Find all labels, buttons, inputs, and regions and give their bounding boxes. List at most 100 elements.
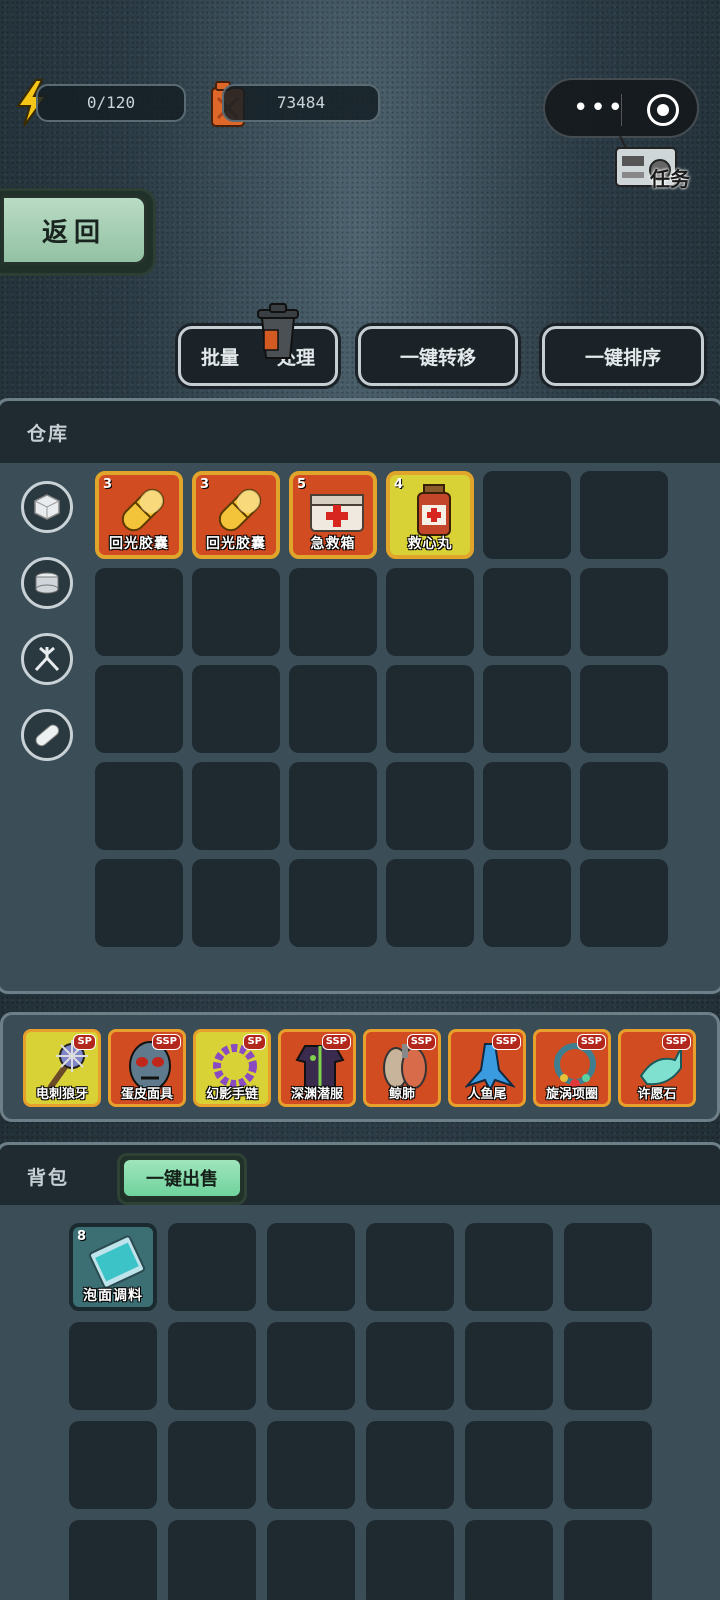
- rarity-badge: SSP: [321, 1034, 351, 1050]
- batch-label-1: 批量: [200, 346, 239, 369]
- warehouse-empty-slot[interactable]: [580, 568, 668, 656]
- item-count: 3: [200, 477, 210, 492]
- equipment-name: 电刺狼牙: [35, 1087, 88, 1102]
- warehouse-empty-slot[interactable]: [483, 568, 571, 656]
- rarity-badge: SSP: [406, 1034, 436, 1050]
- backpack-empty-slot[interactable]: [168, 1520, 256, 1600]
- equipment-item[interactable]: SSP 深渊潜服: [278, 1029, 356, 1107]
- rarity-badge: SSP: [151, 1034, 181, 1050]
- backpack-title: 背包: [27, 1167, 70, 1189]
- equipment-item[interactable]: SSP 许愿石: [618, 1029, 696, 1107]
- warehouse-item[interactable]: 3 回光胶囊: [95, 471, 183, 559]
- rarity-badge: SP: [73, 1034, 96, 1050]
- warehouse-empty-slot[interactable]: [95, 568, 183, 656]
- backpack-empty-slot[interactable]: [267, 1322, 355, 1410]
- warehouse-empty-slot[interactable]: [580, 471, 668, 559]
- backpack-empty-slot[interactable]: [564, 1223, 652, 1311]
- more-menu-icon[interactable]: •••: [573, 95, 625, 121]
- backpack-empty-slot[interactable]: [564, 1322, 652, 1410]
- item-name: 泡面调料: [83, 1288, 143, 1304]
- backpack-empty-slot[interactable]: [69, 1520, 157, 1600]
- energy-counter: 0/120: [36, 84, 186, 122]
- task-label[interactable]: 任务: [650, 163, 690, 192]
- equipment-item[interactable]: SSP 鲸肺: [363, 1029, 441, 1107]
- item-name: 回光胶囊: [206, 536, 266, 552]
- warehouse-empty-slot[interactable]: [483, 762, 571, 850]
- item-count: 8: [77, 1229, 87, 1244]
- warehouse-empty-slot[interactable]: [95, 859, 183, 947]
- equipment-name: 蛋皮面具: [120, 1087, 173, 1102]
- item-name: 回光胶囊: [109, 536, 169, 552]
- backpack-empty-slot[interactable]: [168, 1223, 256, 1311]
- backpack-empty-slot[interactable]: [267, 1520, 355, 1600]
- rarity-badge: SSP: [661, 1034, 691, 1050]
- backpack-empty-slot[interactable]: [564, 1421, 652, 1509]
- warehouse-item[interactable]: 4 救心丸: [386, 471, 474, 559]
- trash-bin-icon: [257, 303, 299, 359]
- warehouse-empty-slot[interactable]: [289, 762, 377, 850]
- backpack-empty-slot[interactable]: [366, 1520, 454, 1600]
- warehouse-item[interactable]: 3 回光胶囊: [192, 471, 280, 559]
- warehouse-empty-slot[interactable]: [580, 665, 668, 753]
- backpack-empty-slot[interactable]: [366, 1223, 454, 1311]
- warehouse-empty-slot[interactable]: [289, 568, 377, 656]
- warehouse-empty-slot[interactable]: [483, 471, 571, 559]
- backpack-empty-slot[interactable]: [366, 1421, 454, 1509]
- one-click-sort-button[interactable]: 一键排序: [542, 326, 704, 386]
- warehouse-item[interactable]: 5 急救箱: [289, 471, 377, 559]
- backpack-empty-slot[interactable]: [69, 1421, 157, 1509]
- warehouse-empty-slot[interactable]: [95, 762, 183, 850]
- warehouse-empty-slot[interactable]: [386, 762, 474, 850]
- backpack-empty-slot[interactable]: [564, 1520, 652, 1600]
- backpack-empty-slot[interactable]: [69, 1322, 157, 1410]
- warehouse-empty-slot[interactable]: [580, 859, 668, 947]
- equipment-item[interactable]: SSP 人鱼尾: [448, 1029, 526, 1107]
- backpack-empty-slot[interactable]: [267, 1421, 355, 1509]
- warehouse-empty-slot[interactable]: [386, 568, 474, 656]
- backpack-empty-slot[interactable]: [465, 1322, 553, 1410]
- backpack-item[interactable]: 8 泡面调料: [69, 1223, 157, 1311]
- sell-label: 一键出售: [122, 1158, 242, 1198]
- item-name: 救心丸: [407, 536, 453, 552]
- warehouse-empty-slot[interactable]: [192, 859, 280, 947]
- rarity-badge: SSP: [576, 1034, 606, 1050]
- warehouse-panel: 仓库 3 回光胶囊 3 回光胶囊 5 急救箱 4 救心丸: [0, 398, 720, 994]
- warehouse-empty-slot[interactable]: [386, 859, 474, 947]
- category-trap-icon[interactable]: [21, 633, 73, 685]
- equipment-name: 深渊潜服: [290, 1087, 343, 1102]
- back-button[interactable]: 返回: [0, 188, 156, 276]
- item-count: 4: [394, 477, 404, 492]
- category-box-icon[interactable]: [21, 481, 73, 533]
- equipment-item[interactable]: SSP 旋涡项圈: [533, 1029, 611, 1107]
- one-click-sell-button[interactable]: 一键出售: [117, 1153, 247, 1205]
- backpack-empty-slot[interactable]: [267, 1223, 355, 1311]
- equipment-item[interactable]: SSP 蛋皮面具: [108, 1029, 186, 1107]
- category-pill-icon[interactable]: [21, 709, 73, 761]
- warehouse-empty-slot[interactable]: [192, 665, 280, 753]
- equipment-item[interactable]: SP 电刺狼牙: [23, 1029, 101, 1107]
- backpack-empty-slot[interactable]: [465, 1421, 553, 1509]
- rarity-badge: SP: [243, 1034, 266, 1050]
- backpack-empty-slot[interactable]: [465, 1223, 553, 1311]
- close-target-icon[interactable]: [647, 94, 679, 126]
- warehouse-empty-slot[interactable]: [289, 859, 377, 947]
- item-name: 急救箱: [310, 536, 356, 552]
- category-can-icon[interactable]: [21, 557, 73, 609]
- warehouse-empty-slot[interactable]: [289, 665, 377, 753]
- warehouse-empty-slot[interactable]: [95, 665, 183, 753]
- rarity-badge: SSP: [491, 1034, 521, 1050]
- backpack-empty-slot[interactable]: [366, 1322, 454, 1410]
- equipment-item[interactable]: SP 幻影手链: [193, 1029, 271, 1107]
- equipment-strip: SP 电刺狼牙 SSP 蛋皮面具 SP 幻影手链 SSP 深渊潜服 SSP 鲸肺 SSP 人鱼尾 SSP…: [0, 1012, 720, 1122]
- equipment-name: 鲸肺: [388, 1087, 415, 1102]
- warehouse-empty-slot[interactable]: [192, 568, 280, 656]
- warehouse-empty-slot[interactable]: [483, 859, 571, 947]
- backpack-empty-slot[interactable]: [465, 1520, 553, 1600]
- warehouse-empty-slot[interactable]: [483, 665, 571, 753]
- backpack-empty-slot[interactable]: [168, 1322, 256, 1410]
- warehouse-empty-slot[interactable]: [192, 762, 280, 850]
- warehouse-empty-slot[interactable]: [580, 762, 668, 850]
- warehouse-empty-slot[interactable]: [386, 665, 474, 753]
- one-click-transfer-button[interactable]: 一键转移: [358, 326, 518, 386]
- backpack-empty-slot[interactable]: [168, 1421, 256, 1509]
